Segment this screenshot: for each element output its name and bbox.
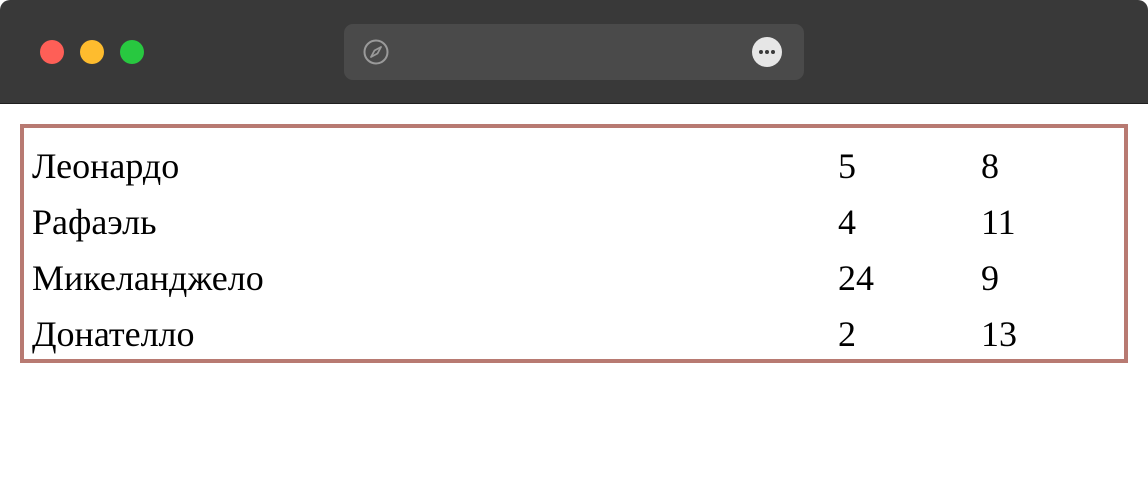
compass-icon (362, 38, 390, 66)
row-value-b-cell: 13 (981, 314, 1017, 354)
row-value-b-cell: 11 (981, 202, 1016, 242)
row-value-b-cell: 9 (981, 258, 999, 298)
table-row: Леонардо 5 8 (32, 138, 1101, 194)
row-value-a-cell: 24 (838, 258, 874, 298)
close-window-button[interactable] (40, 40, 64, 64)
table-row: Донателло 2 13 (32, 306, 1101, 362)
zoom-window-button[interactable] (120, 40, 144, 64)
minimize-window-button[interactable] (80, 40, 104, 64)
row-value-a-cell: 4 (838, 202, 856, 242)
row-name-cell: Леонардо (32, 146, 180, 186)
table-row: Рафаэль 4 11 (32, 194, 1101, 250)
address-bar[interactable] (344, 24, 804, 80)
data-table: Леонардо 5 8 Рафаэль 4 11 Микеланджело 2… (32, 138, 1101, 362)
row-value-b-cell: 8 (981, 146, 999, 186)
more-options-icon[interactable] (752, 37, 782, 67)
browser-titlebar (0, 0, 1148, 104)
row-name-cell: Микеланджело (32, 258, 264, 298)
table-row: Микеланджело 24 9 (32, 250, 1101, 306)
row-value-a-cell: 5 (838, 146, 856, 186)
data-table-frame: Леонардо 5 8 Рафаэль 4 11 Микеланджело 2… (20, 124, 1128, 363)
row-value-a-cell: 2 (838, 314, 856, 354)
row-name-cell: Донателло (32, 314, 195, 354)
row-name-cell: Рафаэль (32, 202, 157, 242)
